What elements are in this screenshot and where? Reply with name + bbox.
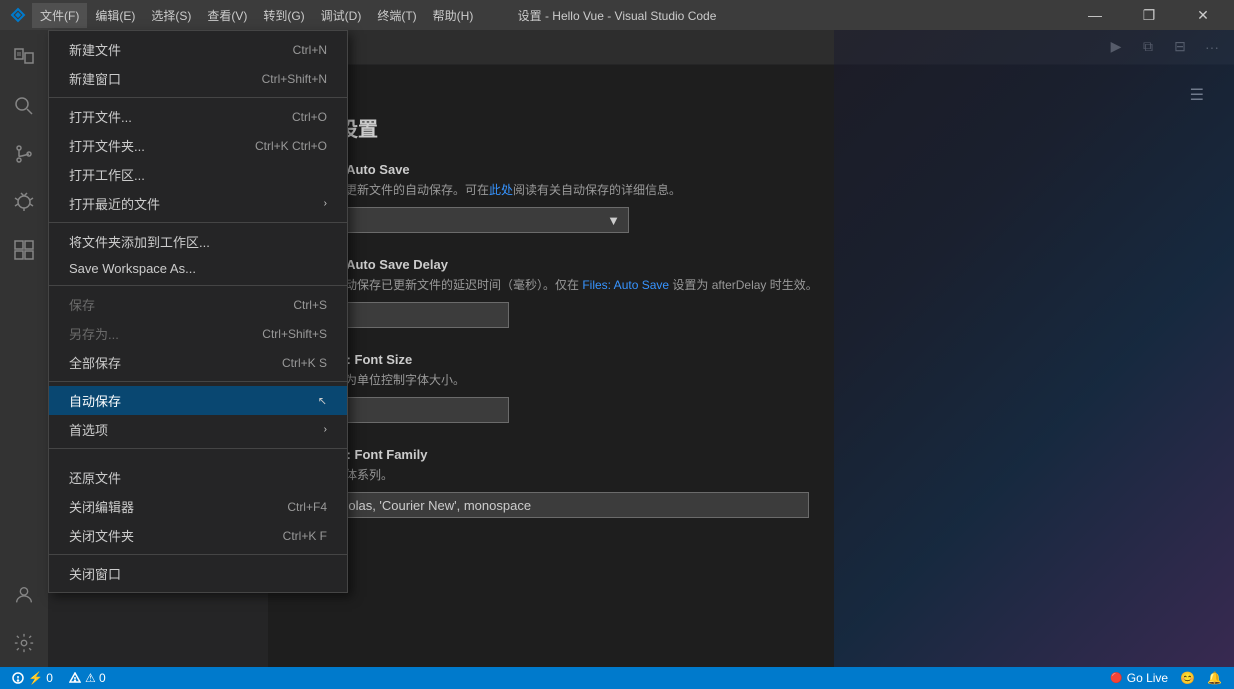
search-activity-icon[interactable] [0, 82, 48, 130]
maximize-button[interactable]: ❐ [1126, 0, 1172, 30]
settings-main: ☰ 常用设置 Files: Auto Save 控制已更新文件的自动保存。可在此… [268, 65, 1234, 667]
setting-font-family: Editor: Font Family 控制字体系列。 [298, 447, 1204, 518]
go-live-text: Go Live [1127, 671, 1168, 685]
accounts-activity-icon[interactable] [0, 571, 48, 619]
menu-preferences[interactable]: 首选项 › [49, 415, 347, 444]
auto-save-link[interactable]: 此处 [489, 183, 513, 197]
menu-bar: 文件(F) 编辑(E) 选择(S) 查看(V) 转到(G) 调试(D) 终端(T… [32, 3, 481, 28]
settings-section-title: 常用设置 [298, 113, 1204, 142]
menu-new-window[interactable]: 新建窗口 Ctrl+Shift+N [49, 64, 347, 93]
help-menu-item[interactable]: 帮助(H) [425, 3, 482, 28]
menu-save: 保存 Ctrl+S [49, 290, 347, 319]
emoji-status[interactable]: 😊 [1176, 671, 1199, 685]
menu-sep-2 [49, 222, 347, 223]
menu-revert-file[interactable] [49, 453, 347, 463]
error-count-status[interactable]: ⚡ 0 [8, 671, 57, 685]
auto-save-delay-link[interactable]: Files: Auto Save [582, 278, 669, 292]
auto-save-select[interactable]: off ▼ [309, 207, 629, 233]
debug-activity-icon[interactable] [0, 178, 48, 226]
setting-auto-save-label: Files: Auto Save [309, 162, 1204, 177]
settings-options-button[interactable]: ☰ [1190, 85, 1204, 105]
error-count-text: ⚡ 0 [28, 671, 53, 685]
setting-font-family-desc: 控制字体系列。 [309, 466, 1204, 484]
file-menu-item[interactable]: 文件(F) [32, 3, 87, 28]
setting-auto-save-delay-label: Files: Auto Save Delay [309, 257, 1204, 272]
split-editor-button[interactable]: ⧉ [1134, 33, 1162, 61]
file-dropdown-menu: 新建文件 Ctrl+N 新建窗口 Ctrl+Shift+N 打开文件... Ct… [48, 30, 348, 593]
editor-layout-button[interactable]: ⊟ [1166, 33, 1194, 61]
select-menu-item[interactable]: 选择(S) [143, 3, 199, 28]
font-family-input[interactable] [309, 492, 809, 518]
warning-count-status[interactable]: ⚠ 0 [65, 671, 110, 685]
run-button[interactable]: ▶ [1102, 33, 1130, 61]
extensions-activity-icon[interactable] [0, 226, 48, 274]
menu-open-file[interactable]: 打开文件... Ctrl+O [49, 102, 347, 131]
menu-save-all[interactable]: 全部保存 Ctrl+K S [49, 348, 347, 377]
more-actions-button[interactable]: ··· [1198, 33, 1226, 61]
warning-count-text: ⚠ 0 [85, 671, 106, 685]
setting-auto-save: Files: Auto Save 控制已更新文件的自动保存。可在此处阅读有关自动… [298, 162, 1204, 233]
debug-menu-item[interactable]: 调试(D) [313, 3, 370, 28]
close-button[interactable]: ✕ [1180, 0, 1226, 30]
setting-font-family-label: Editor: Font Family [309, 447, 1204, 462]
terminal-menu-item[interactable]: 终端(T) [369, 3, 424, 28]
title-bar: 文件(F) 编辑(E) 选择(S) 查看(V) 转到(G) 调试(D) 终端(T… [0, 0, 1234, 30]
minimize-button[interactable]: — [1072, 0, 1118, 30]
status-bar: ⚡ 0 ⚠ 0 🔴 Go Live 😊 🔔 [0, 667, 1234, 689]
setting-auto-save-delay: Files: Auto Save Delay 控制自动保存已更新文件的延迟时间（… [298, 257, 1204, 328]
menu-open-folder[interactable]: 打开文件夹... Ctrl+K Ctrl+O [49, 131, 347, 160]
go-live-status[interactable]: 🔴 Go Live [1106, 671, 1172, 685]
menu-close-editor[interactable]: 还原文件 [49, 463, 347, 492]
app-icon [8, 5, 28, 25]
explorer-activity-icon[interactable] [0, 34, 48, 82]
menu-close-folder[interactable]: 关闭编辑器 Ctrl+F4 [49, 492, 347, 521]
menu-auto-save[interactable]: 自动保存 ↖ [49, 386, 347, 415]
tab-actions: ▶ ⧉ ⊟ ··· [1102, 29, 1234, 64]
view-menu-item[interactable]: 查看(V) [199, 3, 255, 28]
source-control-activity-icon[interactable] [0, 130, 48, 178]
setting-font-size-label: Editor: Font Size [309, 352, 1204, 367]
notification-status[interactable]: 🔔 [1203, 671, 1226, 685]
settings-activity-icon[interactable] [0, 619, 48, 667]
window-title: 设置 - Hello Vue - Visual Studio Code [518, 7, 717, 24]
title-bar-left: 文件(F) 编辑(E) 选择(S) 查看(V) 转到(G) 调试(D) 终端(T… [8, 3, 481, 28]
menu-new-file[interactable]: 新建文件 Ctrl+N [49, 35, 347, 64]
setting-auto-save-desc: 控制已更新文件的自动保存。可在此处阅读有关自动保存的详细信息。 [309, 181, 1204, 199]
menu-exit[interactable]: 关闭窗口 [49, 559, 347, 588]
setting-font-size-desc: 以像素为单位控制字体大小。 [309, 371, 1204, 389]
menu-save-as: 另存为... Ctrl+Shift+S [49, 319, 347, 348]
goto-menu-item[interactable]: 转到(G) [255, 3, 312, 28]
status-bar-left: ⚡ 0 ⚠ 0 [8, 671, 110, 685]
setting-font-size: Editor: Font Size 以像素为单位控制字体大小。 [298, 352, 1204, 423]
menu-open-workspace[interactable]: 打开工作区... [49, 160, 347, 189]
menu-sep-3 [49, 285, 347, 286]
setting-auto-save-delay-desc: 控制自动保存已更新文件的延迟时间（毫秒）。仅在 Files: Auto Save… [309, 276, 1204, 294]
menu-sep-1 [49, 97, 347, 98]
menu-add-folder[interactable]: 将文件夹添加到工作区... [49, 227, 347, 256]
edit-menu-item[interactable]: 编辑(E) [87, 3, 143, 28]
menu-sep-5 [49, 448, 347, 449]
activity-bar [0, 30, 48, 667]
menu-recent-files[interactable]: 打开最近的文件 › [49, 189, 347, 218]
menu-save-workspace-as[interactable]: Save Workspace As... [49, 256, 347, 281]
menu-sep-4 [49, 381, 347, 382]
status-bar-right: 🔴 Go Live 😊 🔔 [1106, 671, 1226, 685]
menu-close-window[interactable]: 关闭文件夹 Ctrl+K F [49, 521, 347, 550]
menu-sep-6 [49, 554, 347, 555]
title-bar-right: — ❐ ✕ [1072, 0, 1226, 30]
settings-top-actions: ☰ [298, 85, 1204, 105]
